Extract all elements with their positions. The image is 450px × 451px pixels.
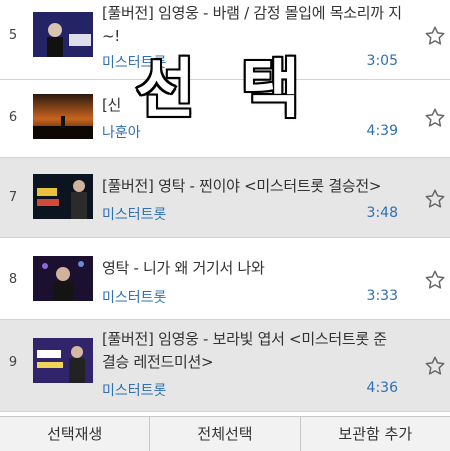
add-to-library-button[interactable]: 보관함 추가 bbox=[301, 417, 450, 451]
selection-overlay-text: 선 택 bbox=[134, 53, 313, 127]
song-thumbnail[interactable] bbox=[33, 12, 93, 57]
bottom-action-bar: 선택재생 전체선택 보관함 추가 bbox=[0, 416, 450, 451]
song-title: 영탁 - 니가 왜 거기서 나와 bbox=[102, 259, 265, 277]
song-title: [풀버전] 임영웅 - 보라빛 엽서 <미스터트롯 준 결승 레전드미션> bbox=[102, 330, 387, 371]
rank-number: 7 bbox=[8, 190, 18, 205]
song-duration: 3:05 bbox=[366, 53, 398, 69]
song-duration: 4:39 bbox=[366, 123, 398, 139]
song-row-7[interactable]: 7 [풀버전] 영탁 - 찐이야 <미스터트롯 결승전> 미스터트롯 3:48 bbox=[0, 158, 450, 238]
rank-number: 9 bbox=[8, 355, 18, 370]
play-selected-button[interactable]: 선택재생 bbox=[0, 417, 151, 451]
star-icon[interactable] bbox=[424, 188, 446, 210]
song-thumbnail[interactable] bbox=[33, 338, 93, 383]
song-thumbnail[interactable] bbox=[33, 256, 93, 301]
song-duration: 3:48 bbox=[366, 205, 398, 221]
star-icon[interactable] bbox=[424, 107, 446, 129]
song-duration: 4:36 bbox=[366, 380, 398, 396]
star-icon[interactable] bbox=[424, 269, 446, 291]
song-row-8[interactable]: 8 영탁 - 니가 왜 거기서 나와 미스터트롯 3:33 bbox=[0, 238, 450, 320]
song-thumbnail[interactable] bbox=[33, 94, 93, 139]
song-title: [풀버전] 영탁 - 찐이야 <미스터트롯 결승전> bbox=[102, 177, 382, 195]
star-icon[interactable] bbox=[424, 25, 446, 47]
rank-number: 8 bbox=[8, 272, 18, 287]
song-artist[interactable]: 미스터트롯 bbox=[102, 380, 166, 400]
song-row-9[interactable]: 9 [풀버전] 임영웅 - 보라빛 엽서 <미스터트롯 준 결승 레전드미션> … bbox=[0, 320, 450, 412]
song-artist[interactable]: 미스터트롯 bbox=[102, 204, 166, 224]
star-icon[interactable] bbox=[424, 355, 446, 377]
rank-number: 6 bbox=[8, 110, 18, 125]
song-title: [풀버전] 임영웅 - 바램 / 감정 몰입에 목소리까 지~! bbox=[102, 4, 402, 45]
rank-number: 5 bbox=[8, 28, 18, 43]
song-thumbnail[interactable] bbox=[33, 174, 93, 219]
song-duration: 3:33 bbox=[366, 288, 398, 304]
song-artist[interactable]: 미스터트롯 bbox=[102, 287, 166, 307]
song-artist[interactable]: 나훈아 bbox=[102, 122, 141, 142]
select-all-button[interactable]: 전체선택 bbox=[150, 417, 301, 451]
